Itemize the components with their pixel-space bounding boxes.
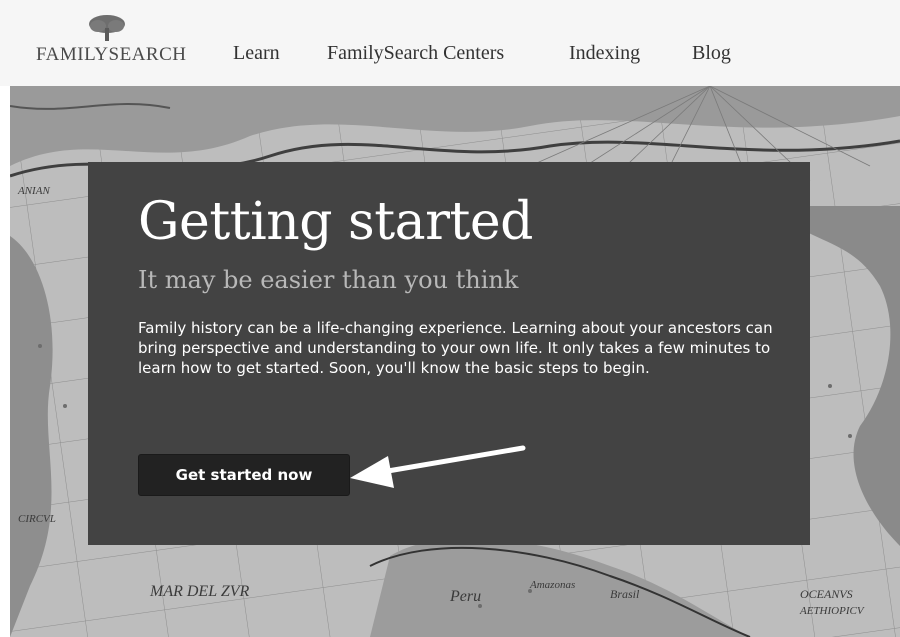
family-tree-logo-icon — [89, 15, 125, 41]
nav-blog[interactable]: Blog — [692, 42, 731, 65]
site-header: FAMILYSEARCH Learn FamilySearch Centers … — [0, 0, 900, 86]
intro-paragraph: Family history can be a life-changing ex… — [138, 319, 773, 377]
page-title: Getting started — [138, 192, 533, 252]
familysearch-logo[interactable]: FAMILYSEARCH — [36, 14, 196, 74]
annotation-arrow-icon — [350, 445, 526, 488]
map-label-brasil: Brasil — [610, 587, 640, 601]
page: FAMILYSEARCH Learn FamilySearch Centers … — [0, 0, 900, 637]
logo-text: FAMILYSEARCH — [36, 44, 187, 65]
map-label-mar-del-zvr: MAR DEL ZVR — [149, 583, 249, 600]
map-label-aethiopicv: AETHIOPICV — [799, 605, 865, 617]
nav-indexing[interactable]: Indexing — [569, 42, 640, 65]
nav-learn[interactable]: Learn — [233, 42, 280, 65]
map-label-amazonas: Amazonas — [529, 579, 575, 591]
map-label-peru: Peru — [449, 588, 481, 605]
map-label-anian: ANIAN — [17, 185, 50, 197]
page-subtitle: It may be easier than you think — [138, 266, 519, 294]
map-label-circvl: CIRCVL — [18, 513, 56, 525]
nav-familysearch-centers[interactable]: FamilySearch Centers — [327, 42, 504, 65]
map-label-oceanvs: OCEANVS — [800, 587, 853, 601]
get-started-now-button[interactable]: Get started now — [138, 454, 350, 496]
